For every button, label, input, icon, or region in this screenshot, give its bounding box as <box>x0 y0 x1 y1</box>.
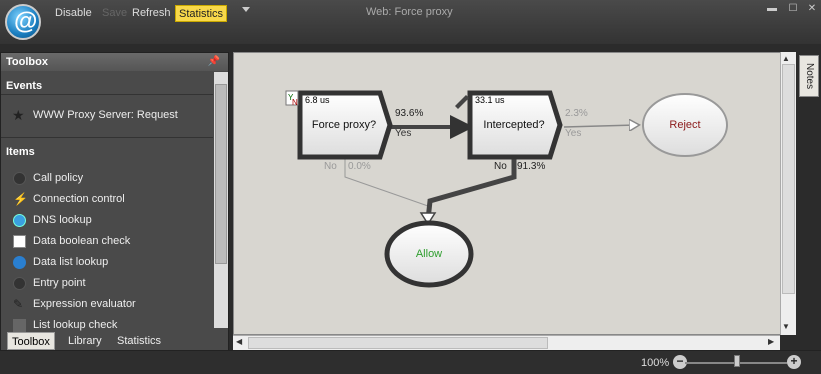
node2-label: Intercepted? <box>483 119 545 131</box>
edge3-branch: No <box>324 161 337 172</box>
toolbox-item-label: Data list lookup <box>33 256 109 268</box>
globe-icon <box>13 256 26 269</box>
node2-time: 33.1 us <box>475 95 505 105</box>
edge2-percent: 2.3% <box>565 108 588 119</box>
toolbox-item-call-policy[interactable]: Call policy <box>1 168 213 189</box>
toolbox-item-label: List lookup check <box>33 319 118 331</box>
circle-icon <box>13 172 26 185</box>
zoom-slider-thumb[interactable] <box>734 355 740 367</box>
toolbox-item-label: Data boolean check <box>33 235 131 247</box>
list-icon <box>13 319 26 332</box>
toolbox-item-label: Call policy <box>33 172 84 184</box>
node1-label: Force proxy? <box>311 119 377 131</box>
event-item-label: WWW Proxy Server: Request <box>33 109 178 121</box>
dns-icon <box>13 214 26 227</box>
toolbox-item-entry-point[interactable]: Entry point <box>1 273 213 294</box>
items-heading: Items <box>6 146 35 158</box>
toolbox-item-expression-evaluator[interactable]: ✎ Expression evaluator <box>1 294 213 315</box>
edge3-percent: 0.0% <box>348 161 371 172</box>
scroll-up-icon[interactable]: ▲ <box>782 54 790 63</box>
edge-yes-thin <box>563 125 638 127</box>
toolbox-item-label: Entry point <box>33 277 86 289</box>
tab-toolbox[interactable]: Toolbox <box>7 332 55 350</box>
event-item-www-proxy[interactable]: ★ WWW Proxy Server: Request <box>1 105 213 126</box>
scroll-left-icon[interactable]: ◀ <box>236 337 242 346</box>
edge4-percent: 91.3% <box>517 161 546 172</box>
events-heading: Events <box>1 72 213 95</box>
toolbox-item-data-boolean-check[interactable]: Data boolean check <box>1 231 213 252</box>
pin-icon[interactable]: 📌 <box>208 53 220 71</box>
minimize-icon[interactable]: ▬ <box>766 3 778 15</box>
canvas-vertical-scrollbar[interactable]: ▲ ▼ <box>780 52 796 335</box>
save-button[interactable]: Save <box>100 5 129 22</box>
zoom-label: 100% <box>641 357 670 369</box>
pen-icon <box>455 95 469 109</box>
toolbox-item-dns-lookup[interactable]: DNS lookup <box>1 210 213 231</box>
toolbar-dropdown-icon[interactable] <box>242 7 250 12</box>
toolbox-tabs: Toolbox Library Statistics <box>1 332 228 350</box>
tab-library[interactable]: Library <box>64 332 106 350</box>
reject-label: Reject <box>669 119 701 131</box>
scroll-right-icon[interactable]: ▶ <box>768 337 774 346</box>
horizontal-scroll-thumb[interactable] <box>248 337 548 349</box>
canvas-horizontal-scrollbar[interactable]: ◀ ▶ <box>233 335 780 350</box>
toolbox-item-label: Connection control <box>33 193 125 205</box>
node1-time: 6.8 us <box>305 95 330 105</box>
plug-icon: ⚡ <box>13 192 28 206</box>
statistics-button[interactable]: Statistics <box>175 5 228 22</box>
circle-icon <box>13 277 26 290</box>
edge2-branch: Yes <box>565 128 582 139</box>
allow-label: Allow <box>415 248 443 260</box>
vertical-scroll-thumb[interactable] <box>782 64 795 294</box>
pen-icon: ✎ <box>13 297 24 311</box>
disable-button[interactable]: Disable <box>53 5 94 22</box>
toolbox-item-label: DNS lookup <box>33 214 92 226</box>
yes-no-icon <box>13 235 26 248</box>
status-bar: 100% − + <box>0 350 821 374</box>
notes-tab[interactable]: Notes <box>799 55 819 97</box>
app-logo-icon[interactable] <box>5 4 41 40</box>
maximize-icon[interactable]: ☐ <box>787 3 799 15</box>
edge1-percent: 93.6% <box>395 108 424 119</box>
toolbox-item-data-list-lookup[interactable]: Data list lookup <box>1 252 213 273</box>
flow-canvas[interactable]: Y N 6.8 us Force proxy? 33.1 us Intercep… <box>233 52 796 335</box>
zoom-in-icon[interactable]: + <box>787 355 801 369</box>
toolbox-title: Toolbox <box>6 56 48 68</box>
toolbox-header: Toolbox 📌 <box>1 53 228 71</box>
title-bar: Disable Save Refresh Statistics Web: For… <box>0 0 821 44</box>
edge4-branch: No <box>494 161 507 172</box>
edge1-branch: Yes <box>395 128 412 139</box>
toolbox-item-label: Expression evaluator <box>33 298 136 310</box>
toolbox-panel: Toolbox 📌 Events ★ WWW Proxy Server: Req… <box>0 52 229 350</box>
close-icon[interactable]: ✕ <box>806 3 818 15</box>
tab-statistics[interactable]: Statistics <box>113 332 165 350</box>
toolbox-scrollbar[interactable] <box>214 72 228 328</box>
window-title: Web: Force proxy <box>366 6 453 18</box>
refresh-button[interactable]: Refresh <box>130 5 173 22</box>
star-icon: ★ <box>12 107 25 123</box>
svg-text:N: N <box>292 98 298 107</box>
scroll-down-icon[interactable]: ▼ <box>782 322 790 331</box>
toolbox-item-connection-control[interactable]: ⚡ Connection control <box>1 189 213 210</box>
toolbox-scroll-thumb[interactable] <box>215 84 227 264</box>
